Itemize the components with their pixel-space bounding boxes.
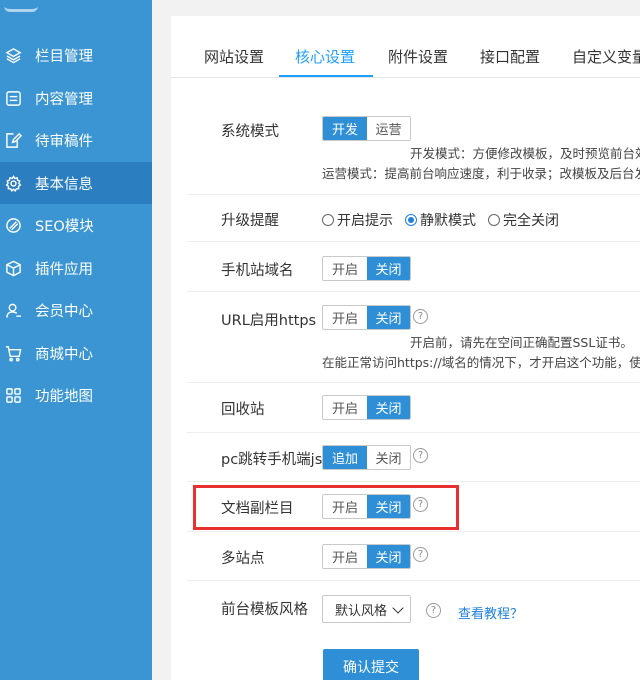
ops-mode-note: 运营模式：提高前台响应速度，利于收录；改模板及后台发	[322, 166, 640, 181]
multi-site-off-option[interactable]: 关闭	[367, 545, 410, 568]
system-mode-ops-option[interactable]: 运营	[367, 117, 410, 140]
upgrade-alert-radio-group: 开启提示 静默模式 完全关闭	[322, 210, 571, 230]
sidebar: 栏目管理 内容管理 待审稿件 基本信息 SEO模块 插件应用 会员中心 商城中心…	[0, 0, 152, 680]
divider	[187, 432, 640, 433]
sidebar-item-shop[interactable]: 商城中心	[0, 332, 152, 374]
https-label: URL启用https	[221, 313, 317, 329]
template-style-value: 默认风格	[335, 603, 388, 619]
divider	[187, 481, 640, 482]
edit-doc-icon	[4, 131, 22, 149]
recycle-off-option[interactable]: 关闭	[367, 396, 410, 419]
radio-enable-prompt[interactable]: 开启提示	[322, 210, 393, 230]
help-icon[interactable]: ?	[413, 448, 428, 463]
red-highlight-box	[193, 485, 459, 530]
tab-api-config[interactable]: 接口配置	[480, 46, 540, 67]
sidebar-item-label: 基本信息	[35, 176, 93, 193]
list-icon	[4, 89, 22, 107]
sidebar-item-seo[interactable]: SEO模块	[0, 204, 152, 246]
layers-icon	[4, 46, 22, 64]
recycle-bin-label: 回收站	[221, 402, 265, 418]
cube-icon	[4, 259, 22, 277]
seo-icon	[4, 216, 22, 234]
confirm-submit-button[interactable]: 确认提交	[323, 649, 419, 680]
sidebar-item-pending[interactable]: 待审稿件	[0, 119, 152, 161]
cart-icon	[4, 344, 22, 362]
tab-core-settings[interactable]: 核心设置	[295, 46, 355, 67]
system-mode-dev-option[interactable]: 开发	[323, 117, 367, 140]
logo-fragment	[0, 0, 152, 14]
tab-website-settings[interactable]: 网站设置	[204, 46, 264, 67]
radio-label: 静默模式	[420, 213, 476, 229]
sidebar-item-function-map[interactable]: 功能地图	[0, 374, 152, 416]
radio-circle	[322, 214, 334, 226]
grid-icon	[4, 386, 22, 404]
user-icon	[4, 301, 22, 319]
sidebar-item-label: 功能地图	[35, 388, 93, 405]
mobile-domain-label: 手机站域名	[221, 263, 294, 279]
https-note-ssl: 开启前，请先在空间正确配置SSL证书。	[410, 335, 633, 350]
chevron-down-icon	[392, 602, 404, 614]
pc-jump-js-label: pc跳转手机端js	[221, 452, 323, 468]
https-on-option[interactable]: 开启	[323, 306, 367, 329]
recycle-on-option[interactable]: 开启	[323, 396, 367, 419]
system-mode-toggle: 开发 运营	[322, 116, 411, 141]
sidebar-item-label: 会员中心	[35, 303, 93, 320]
mobile-domain-on-option[interactable]: 开启	[323, 257, 367, 280]
divider	[187, 580, 640, 581]
pc-jump-js-toggle: 追加 关闭	[322, 445, 411, 470]
radio-fully-off[interactable]: 完全关闭	[488, 210, 559, 230]
sidebar-item-members[interactable]: 会员中心	[0, 289, 152, 331]
divider	[187, 291, 640, 292]
recycle-bin-toggle: 开启 关闭	[322, 395, 411, 420]
radio-label: 开启提示	[337, 213, 393, 229]
sidebar-item-label: 商城中心	[35, 346, 93, 363]
mobile-domain-toggle: 开启 关闭	[322, 256, 411, 281]
sidebar-item-content-manage[interactable]: 内容管理	[0, 77, 152, 119]
divider	[187, 194, 640, 195]
multi-site-label: 多站点	[221, 551, 265, 567]
https-off-option[interactable]: 关闭	[367, 306, 410, 329]
system-mode-label: 系统模式	[221, 124, 279, 140]
sidebar-item-label: 插件应用	[35, 261, 93, 278]
multi-site-on-option[interactable]: 开启	[323, 545, 367, 568]
https-toggle: 开启 关闭	[322, 305, 411, 330]
tab-bar: 网站设置 核心设置 附件设置 接口配置 自定义变量	[171, 16, 640, 78]
pc-jump-append-option[interactable]: 追加	[323, 446, 367, 469]
dev-mode-note: 开发模式：方便修改模板，及时预览前台效	[410, 146, 640, 161]
view-tutorial-link[interactable]: 查看教程？	[458, 603, 523, 622]
radio-circle-checked	[405, 214, 417, 226]
help-icon[interactable]: ?	[413, 547, 428, 562]
gear-icon	[4, 174, 22, 192]
radio-silent-mode[interactable]: 静默模式	[405, 210, 476, 230]
sidebar-item-basic-info[interactable]: 基本信息	[0, 162, 152, 204]
sidebar-item-label: SEO模块	[35, 218, 94, 235]
sidebar-item-column-manage[interactable]: 栏目管理	[0, 34, 152, 76]
radio-label: 完全关闭	[503, 213, 559, 229]
radio-circle	[488, 214, 500, 226]
active-tab-indicator	[279, 75, 373, 77]
upgrade-alert-label: 升级提醒	[221, 213, 279, 229]
help-icon[interactable]: ?	[413, 309, 428, 324]
sidebar-item-plugins[interactable]: 插件应用	[0, 247, 152, 289]
mobile-domain-off-option[interactable]: 关闭	[367, 257, 410, 280]
https-note-access: 在能正常访问https://域名的情况下，才开启这个功能，使	[322, 355, 640, 370]
help-icon[interactable]: ?	[426, 603, 441, 618]
template-style-label: 前台模板风格	[221, 602, 308, 618]
tab-attachment-settings[interactable]: 附件设置	[388, 46, 448, 67]
template-style-select[interactable]: 默认风格	[322, 595, 411, 623]
divider	[187, 531, 640, 532]
multi-site-toggle: 开启 关闭	[322, 544, 411, 569]
divider	[187, 241, 640, 242]
sidebar-item-label: 待审稿件	[35, 133, 93, 150]
pc-jump-off-option[interactable]: 关闭	[367, 446, 410, 469]
sidebar-item-label: 栏目管理	[35, 48, 93, 65]
sidebar-item-label: 内容管理	[35, 91, 93, 108]
tab-custom-variables[interactable]: 自定义变量	[572, 46, 640, 67]
divider	[187, 382, 640, 383]
